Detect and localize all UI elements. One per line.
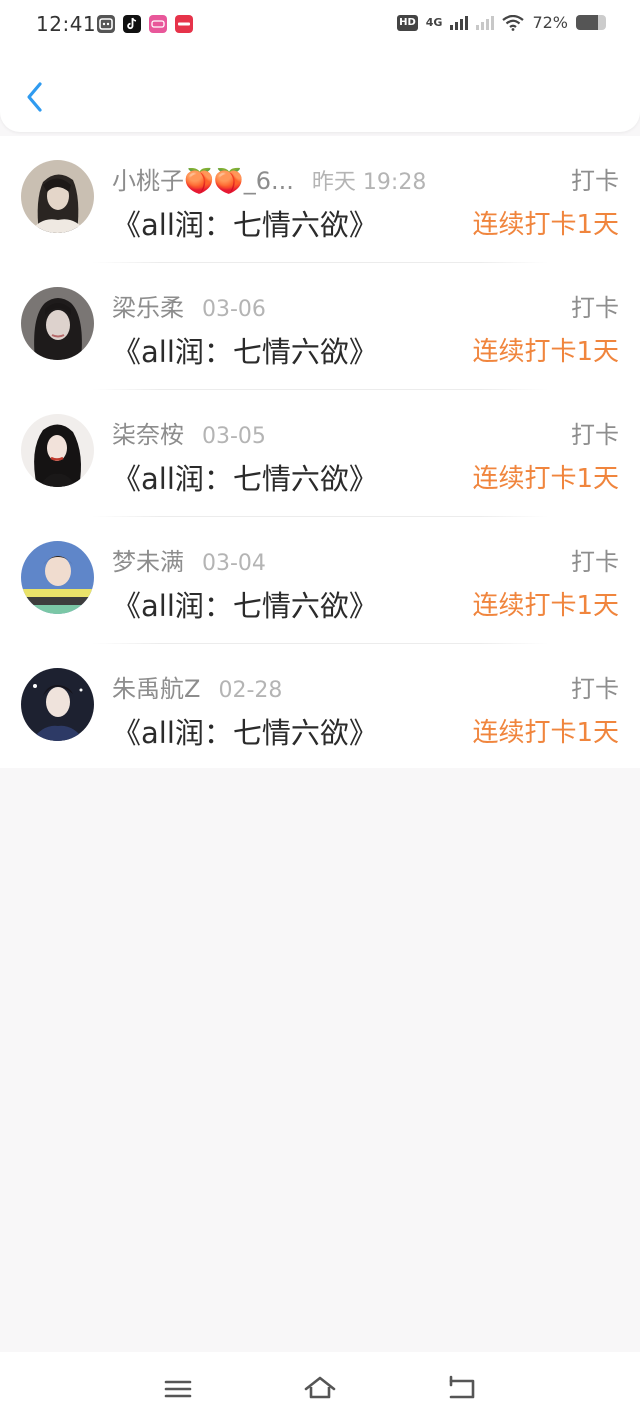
record-meta: 梁乐柔 03-06 <box>112 288 266 323</box>
avatar[interactable] <box>21 160 94 233</box>
list-item[interactable]: 朱禹航Z 02-28 打卡 《all润：七情六欲》 连续打卡1天 <box>0 644 640 768</box>
streak-text: 连续打卡1天 <box>472 210 619 240</box>
streak-text: 连续打卡1天 <box>472 464 619 494</box>
menu-icon <box>164 1380 192 1398</box>
xiaohongshu-icon <box>175 15 193 33</box>
back-button[interactable] <box>22 80 48 114</box>
list-item[interactable]: 柒奈桉 03-05 打卡 《all润：七情六欲》 连续打卡1天 <box>0 390 640 517</box>
user-name[interactable]: 柒奈桉 <box>112 415 184 450</box>
record-time: 03-04 <box>202 551 266 576</box>
lofter-icon <box>149 15 167 33</box>
app-root: 12:41 HD 4G 72% 小桃子🍑🍑_6... 昨天 19:28 打卡 《… <box>0 0 640 1428</box>
record-time: 02-28 <box>218 678 283 703</box>
chevron-left-icon <box>27 82 42 112</box>
record-meta: 小桃子🍑🍑_6... 昨天 19:28 <box>112 161 426 196</box>
cat-app-icon <box>97 15 115 33</box>
book-title[interactable]: 《all润：七情六欲》 <box>112 456 378 498</box>
status-app-icons <box>97 15 193 33</box>
record-action: 打卡 <box>571 294 619 322</box>
avatar[interactable] <box>21 668 94 741</box>
record-time: 昨天 19:28 <box>311 170 427 195</box>
user-name[interactable]: 小桃子🍑🍑_6... <box>112 161 294 196</box>
back-icon <box>449 1375 475 1399</box>
user-name[interactable]: 梦未满 <box>112 542 184 577</box>
record-meta: 梦未满 03-04 <box>112 542 266 577</box>
book-title[interactable]: 《all润：七情六欲》 <box>112 202 378 244</box>
record-meta: 朱禹航Z 02-28 <box>112 669 282 704</box>
status-indicators: HD 4G 72% <box>397 13 606 32</box>
streak-text: 连续打卡1天 <box>472 337 619 367</box>
record-action: 打卡 <box>571 548 619 576</box>
checkin-record-list: 小桃子🍑🍑_6... 昨天 19:28 打卡 《all润：七情六欲》 连续打卡1… <box>0 136 640 768</box>
avatar[interactable] <box>21 541 94 614</box>
book-title[interactable]: 《all润：七情六欲》 <box>112 710 378 752</box>
list-item[interactable]: 梦未满 03-04 打卡 《all润：七情六欲》 连续打卡1天 <box>0 517 640 644</box>
tiktok-icon <box>123 15 141 33</box>
home-icon <box>304 1376 336 1399</box>
record-meta: 柒奈桉 03-05 <box>112 415 266 450</box>
list-item[interactable]: 梁乐柔 03-06 打卡 《all润：七情六欲》 连续打卡1天 <box>0 263 640 390</box>
book-title[interactable]: 《all润：七情六欲》 <box>112 329 378 371</box>
record-action: 打卡 <box>571 675 619 703</box>
battery-level <box>576 15 598 30</box>
header: 12:41 HD 4G 72% <box>0 0 640 132</box>
battery-icon <box>576 15 606 30</box>
status-bar: 12:41 HD 4G 72% <box>0 0 640 50</box>
wifi-icon <box>502 14 525 31</box>
record-time: 03-05 <box>202 424 266 449</box>
hd-badge: HD <box>397 14 418 31</box>
back-nav-button[interactable] <box>445 1374 479 1404</box>
avatar[interactable] <box>21 287 94 360</box>
user-name[interactable]: 梁乐柔 <box>112 288 184 323</box>
status-time: 12:41 <box>36 12 97 36</box>
signal-strength-secondary-icon <box>476 15 495 30</box>
avatar[interactable] <box>21 414 94 487</box>
list-item[interactable]: 小桃子🍑🍑_6... 昨天 19:28 打卡 《all润：七情六欲》 连续打卡1… <box>0 136 640 263</box>
system-nav-bar <box>0 1352 640 1428</box>
record-action: 打卡 <box>571 167 619 195</box>
home-button[interactable] <box>303 1374 337 1404</box>
record-time: 03-06 <box>202 297 266 322</box>
user-name[interactable]: 朱禹航Z <box>112 669 200 704</box>
signal-strength-icon <box>450 15 469 30</box>
streak-text: 连续打卡1天 <box>472 591 619 621</box>
network-type: 4G <box>425 16 443 29</box>
book-title[interactable]: 《all润：七情六欲》 <box>112 583 378 625</box>
streak-text: 连续打卡1天 <box>472 718 619 748</box>
battery-percentage: 72% <box>532 13 568 32</box>
menu-button[interactable] <box>161 1374 195 1404</box>
record-action: 打卡 <box>571 421 619 449</box>
